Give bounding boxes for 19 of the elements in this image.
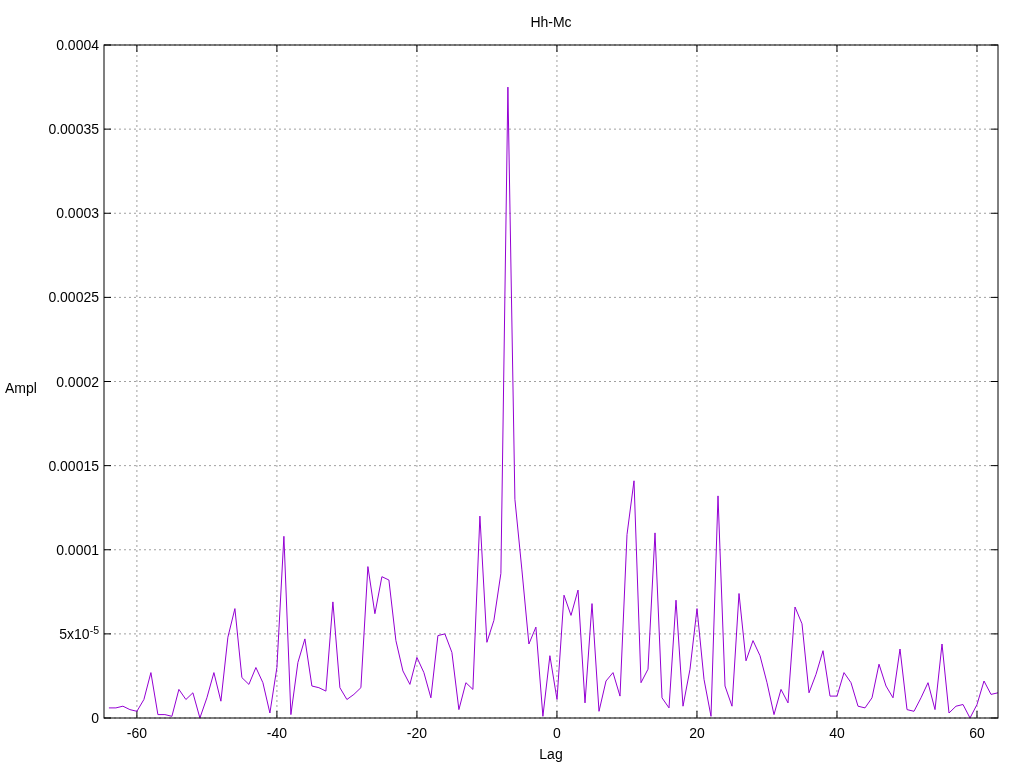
tick-label: -60 — [126, 726, 147, 740]
tick-label: 0.0002 — [56, 374, 99, 389]
axis-label: Ampl — [5, 381, 37, 395]
tick-label: -40 — [266, 726, 287, 740]
tick-label: 5x10$^{-5}$ — [59, 626, 99, 641]
tick-label: 0 — [91, 711, 99, 725]
axis-label: Lag — [539, 747, 563, 761]
tick-label: 0.0004 — [56, 38, 99, 52]
tick-label: 0.00035 — [48, 122, 99, 137]
tick-label: 0 — [553, 726, 561, 740]
tick-label: 20 — [689, 726, 705, 740]
tick-label: 40 — [829, 726, 845, 740]
tick-label: 60 — [969, 726, 985, 740]
tick-label: 0.0001 — [56, 542, 99, 557]
tick-label: 0.00015 — [48, 458, 99, 473]
tick-label: 0.00025 — [48, 290, 99, 305]
tick-label: -20 — [406, 726, 428, 740]
chart-title: Hh-Mc — [530, 15, 572, 29]
tick-label: 0.0003 — [56, 206, 99, 221]
